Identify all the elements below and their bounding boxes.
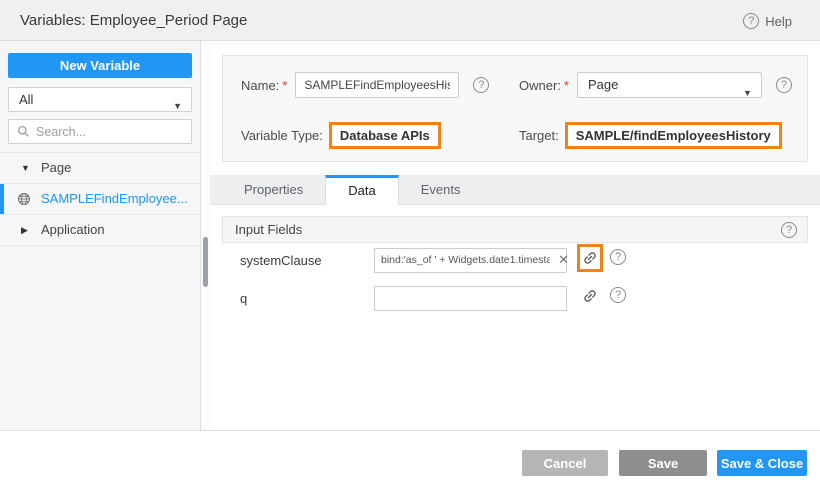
link-icon [579,247,602,270]
sidebar-scrollbar-thumb[interactable] [203,237,208,287]
tab-data[interactable]: Data [325,175,398,205]
variable-editor-panel: Name:* ? Owner:* Page ▼ ? Variable Type:… [210,41,820,430]
variables-tree: ▼ Page SAMPLEFindEmployee... ▶ Applicati… [0,152,200,246]
dialog-footer: Cancel Save Save & Close [0,430,820,489]
tree-group-page[interactable]: ▼ Page [0,153,200,184]
variable-summary-panel: Name:* ? Owner:* Page ▼ ? Variable Type:… [222,55,808,162]
tree-group-application[interactable]: ▶ Application [0,215,200,246]
save-and-close-button[interactable]: Save & Close [717,450,807,476]
tab-properties[interactable]: Properties [222,175,325,204]
systemclause-input-wrap: ✕ [374,248,567,273]
variable-filter-select[interactable]: All ▼ [8,87,192,112]
variable-type-value: Database APIs [329,122,441,149]
search-input[interactable] [36,125,183,139]
help-label: Help [765,14,792,29]
tree-expanded-icon: ▼ [21,153,31,183]
target-label: Target: [519,128,559,143]
cancel-button[interactable]: Cancel [522,450,608,476]
owner-select[interactable]: Page ▼ [577,72,762,98]
tab-events[interactable]: Events [399,175,483,204]
save-button[interactable]: Save [619,450,707,476]
required-asterisk: * [282,78,287,93]
q-input[interactable] [374,286,567,311]
chevron-down-icon: ▼ [743,81,752,105]
required-asterisk: * [564,78,569,93]
input-fields-title: Input Fields [235,222,781,237]
systemclause-help-icon[interactable]: ? [610,249,626,265]
tree-collapsed-icon: ▶ [21,215,31,245]
tree-group-page-label: Page [41,153,71,183]
clear-binding-icon[interactable]: ✕ [558,251,569,269]
name-help-icon[interactable]: ? [473,77,489,93]
help-link[interactable]: ? Help [743,12,792,30]
owner-help-icon[interactable]: ? [776,77,792,93]
name-label: Name:* [241,78,287,93]
new-variable-button[interactable]: New Variable [8,53,192,78]
owner-label: Owner:* [519,78,569,93]
target-value: SAMPLE/findEmployeesHistory [565,122,782,149]
name-field[interactable] [295,72,459,98]
field-row-q: q ? [222,284,808,312]
link-icon [579,285,602,308]
q-label: q [240,291,247,306]
q-help-icon[interactable]: ? [610,287,626,303]
page-title: Variables: Employee_Period Page [20,0,247,41]
tree-item-variable[interactable]: SAMPLEFindEmployee... [0,184,200,215]
systemclause-input[interactable] [374,248,567,273]
systemclause-bind-button[interactable] [577,244,603,272]
service-variable-icon [17,192,31,206]
input-fields-header: Input Fields ? [222,216,808,243]
sidebar-scrollbar-track [201,41,210,430]
systemclause-label: systemClause [240,253,322,268]
q-input-wrap [374,286,567,311]
q-bind-button[interactable] [577,282,603,310]
variables-sidebar: New Variable All ▼ ▼ Page [0,41,201,430]
field-row-systemclause: systemClause ✕ ? [222,246,808,274]
search-icon [17,125,30,138]
chevron-down-icon: ▼ [173,95,182,118]
input-fields-help-icon[interactable]: ? [781,222,797,238]
tree-group-application-label: Application [41,215,105,245]
filter-selected-value: All [19,92,33,107]
help-question-icon: ? [743,13,759,29]
title-bar: Variables: Employee_Period Page ? Help [0,0,820,41]
tree-item-variable-label: SAMPLEFindEmployee... [41,184,188,214]
variable-search-box[interactable] [8,119,192,144]
editor-tabbar: Properties Data Events [210,175,820,205]
owner-selected-value: Page [588,77,618,92]
selected-indicator [0,184,4,214]
variable-type-label: Variable Type: [241,128,323,143]
